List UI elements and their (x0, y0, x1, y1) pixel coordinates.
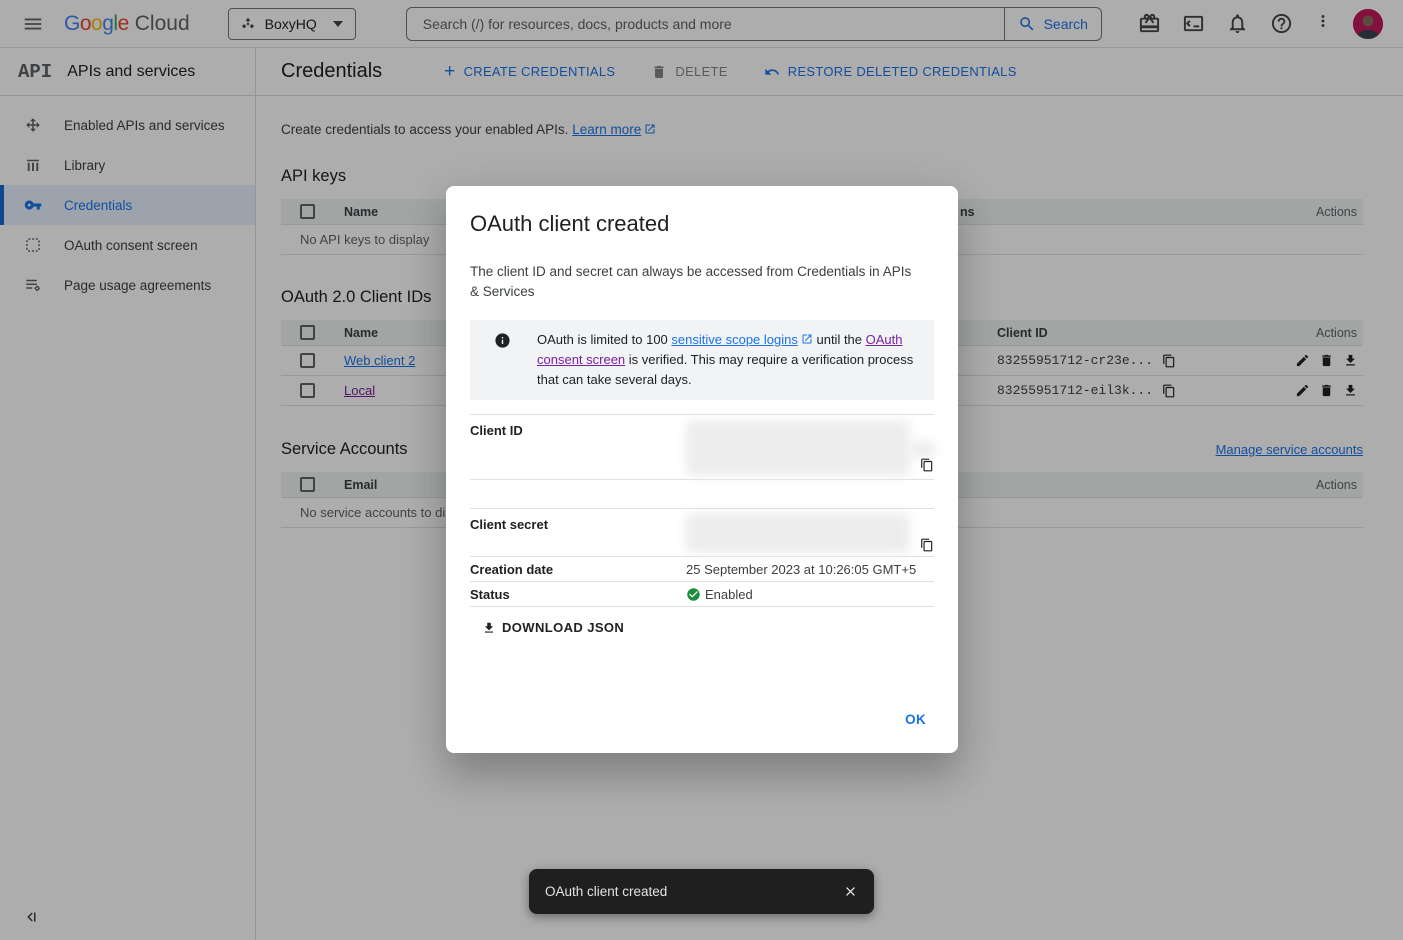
creation-date-row: Creation date 25 September 2023 at 10:26… (470, 557, 934, 582)
ok-button[interactable]: OK (897, 706, 934, 733)
dialog-body-text: The client ID and secret can always be a… (470, 262, 914, 302)
close-icon[interactable] (843, 884, 858, 899)
download-json-button[interactable]: DOWNLOAD JSON (476, 616, 630, 639)
oauth-client-created-dialog: OAuth client created The client ID and s… (446, 186, 958, 753)
info-text-part: OAuth is limited to 100 (537, 332, 671, 347)
download-json-label: DOWNLOAD JSON (502, 620, 624, 635)
copy-icon[interactable] (920, 538, 934, 552)
redacted-client-secret-value (686, 513, 910, 553)
status-label: Status (470, 587, 686, 602)
creation-date-label: Creation date (470, 562, 686, 577)
client-secret-label: Client secret (470, 517, 548, 532)
creation-date-value: 25 September 2023 at 10:26:05 GMT+5 (686, 562, 916, 577)
client-secret-row: Client secret (470, 509, 934, 557)
info-banner-text: OAuth is limited to 100 sensitive scope … (537, 330, 914, 390)
info-banner: OAuth is limited to 100 sensitive scope … (470, 320, 934, 400)
external-link-icon (801, 333, 813, 345)
check-circle-icon (686, 587, 701, 602)
client-id-row: Client ID (470, 414, 934, 480)
download-icon (482, 621, 496, 635)
copy-icon[interactable] (920, 458, 934, 472)
client-id-label: Client ID (470, 423, 523, 438)
snackbar-message: OAuth client created (545, 884, 667, 899)
sensitive-scope-logins-link[interactable]: sensitive scope logins (671, 332, 797, 347)
redacted-client-id-value (686, 420, 910, 476)
dialog-title: OAuth client created (470, 210, 934, 238)
info-icon (494, 332, 511, 349)
status-row: Status Enabled (470, 582, 934, 607)
redacted-client-id-value (910, 441, 936, 457)
info-text-part: until the (813, 332, 866, 347)
status-badge: Enabled (705, 587, 753, 602)
snackbar: OAuth client created (529, 869, 874, 914)
